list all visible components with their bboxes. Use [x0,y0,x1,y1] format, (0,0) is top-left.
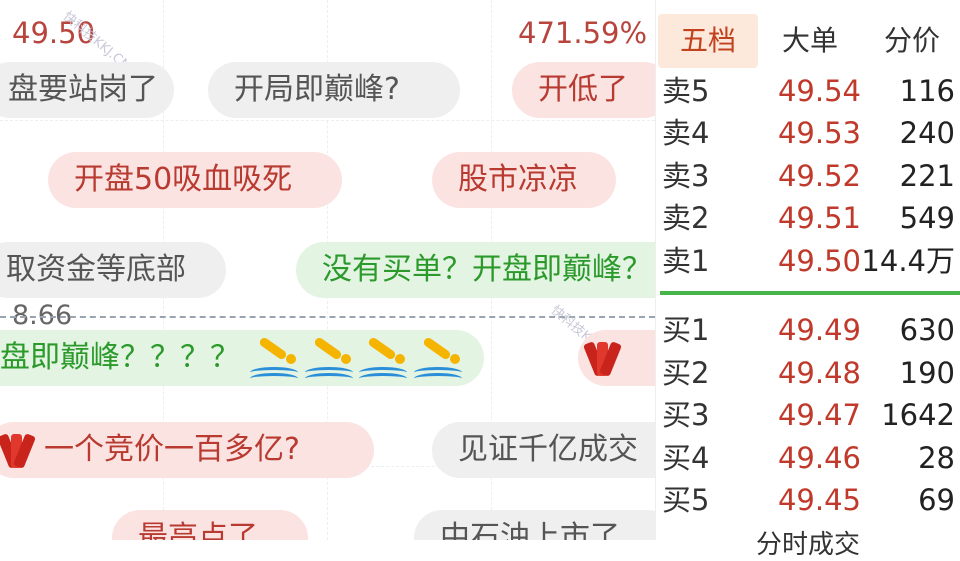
level-price: 49.51 [777,201,861,235]
level-volume: 14.4万 [861,244,955,278]
level-label: 卖5 [662,74,710,108]
level-price: 49.45 [777,483,861,517]
level-volume: 116 [899,74,955,108]
comment-text: 一个竞价一百多亿? [44,432,300,467]
comment-text: 没有买单？开盘即巅峰？ [322,252,652,287]
tab-five-levels[interactable]: 五档 [658,14,758,68]
level-label: 买1 [662,313,710,347]
swimmer-emoji-icon [359,336,407,380]
sell-level-row: 卖5 49.54 116 [656,70,960,112]
buy-level-row: 买3 49.47 1642 [656,394,960,436]
sell-level-row: 卖1 49.50 14.4万 [656,240,960,282]
comment-bubble[interactable] [578,330,655,386]
level-label: 卖3 [662,159,710,193]
level-label: 买4 [662,441,710,475]
level-price: 49.49 [777,313,861,347]
chart-change-percent: 471.59% [518,16,648,50]
chart-area: 49.50 471.59% 8.66 快科技KKJ.CN 快科技KKJ.CN 盘… [0,0,655,540]
swimmer-emoji-icon [304,336,353,380]
level-price: 49.54 [777,74,861,108]
level-label: 卖2 [662,201,710,235]
level-volume: 240 [899,116,955,150]
bid-ask-divider [660,291,960,295]
comment-text: 股市凉凉 [458,162,578,197]
firecracker-emoji-icon [0,430,36,470]
level-volume: 221 [899,159,955,193]
level-label: 卖4 [662,116,710,150]
comment-bubble[interactable]: 中石油上市了 [414,510,655,540]
swimmer-emoji-icon [413,336,462,380]
buy-level-row: 买4 49.46 28 [656,437,960,479]
comment-text: 中石油上市了 [440,520,620,540]
level-price: 49.50 [777,244,861,278]
order-book-tabs: 五档 大单 分价 [656,14,960,68]
swimmer-emoji-icon [250,336,298,380]
level-price: 49.47 [777,398,861,432]
grid-line [0,120,655,121]
comment-bubble[interactable]: 开低了 [512,62,655,118]
sell-level-row: 卖3 49.52 221 [656,155,960,197]
level-volume: 1642 [881,398,955,432]
comment-bubble[interactable]: 开盘50吸血吸死 [48,152,342,208]
firecracker-emoji-icon [583,338,622,378]
level-volume: 190 [899,356,955,390]
comment-text: 开低了 [538,72,628,107]
level-volume: 549 [899,201,955,235]
comment-bubble[interactable]: 见证千亿成交 [432,422,655,478]
level-price: 49.48 [777,356,861,390]
level-price: 49.53 [777,116,861,150]
order-book-panel: 五档 大单 分价 卖5 49.54 116 卖4 49.53 240 卖3 49… [655,0,960,560]
comment-text: 开盘50吸血吸死 [74,162,293,197]
comment-bubble[interactable]: 盘即巅峰？？？？ [0,330,484,386]
level-label: 买2 [662,356,710,390]
tab-large-orders[interactable]: 大单 [760,14,860,68]
comment-bubble[interactable]: 股市凉凉 [432,152,616,208]
level-label: 买3 [662,398,710,432]
sell-level-row: 卖2 49.51 549 [656,197,960,239]
level-volume: 69 [918,483,955,517]
comment-text: 最高点了 [138,520,258,540]
comment-bubble[interactable]: 取资金等底部 [0,242,226,298]
level-price: 49.52 [777,159,861,193]
buy-level-row: 买5 49.45 69 [656,479,960,521]
comment-bubble[interactable]: 一个竞价一百多亿? [0,422,374,478]
level-volume: 630 [899,313,955,347]
comment-text: 开局即巅峰? [234,72,400,107]
buy-level-row: 买1 49.49 630 [656,309,960,351]
comment-text: 盘即巅峰？？？？ [0,340,240,375]
comment-bubble[interactable]: 开局即巅峰? [208,62,460,118]
level-price: 49.46 [777,441,861,475]
level-label: 买5 [662,483,710,517]
buy-level-row: 买2 49.48 190 [656,352,960,394]
sell-level-row: 卖4 49.53 240 [656,112,960,154]
comment-text: 盘要站岗了 [8,72,158,107]
tick-trades-link[interactable]: 分时成交 [756,524,860,561]
comment-text: 取资金等底部 [6,252,186,287]
comment-bubble[interactable]: 没有买单？开盘即巅峰？ [296,242,655,298]
level-label: 卖1 [662,244,710,278]
level-volume: 28 [918,441,955,475]
comment-bubble[interactable]: 最高点了 [112,510,308,540]
comment-bubble[interactable]: 盘要站岗了 [0,62,174,118]
comment-text: 见证千亿成交 [458,432,638,467]
tab-price-distribution[interactable]: 分价 [862,14,960,68]
